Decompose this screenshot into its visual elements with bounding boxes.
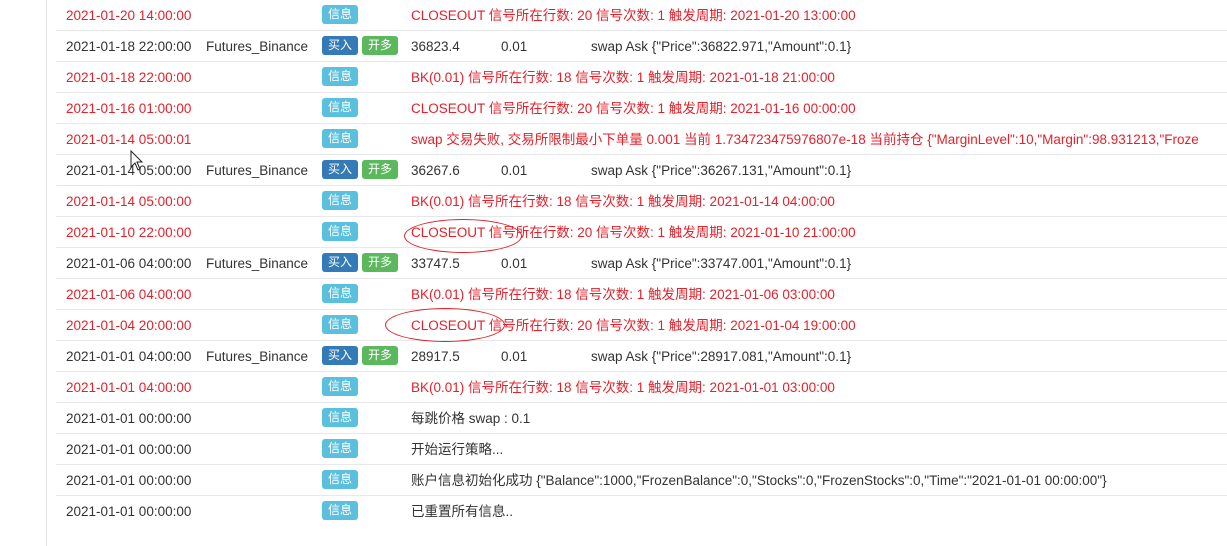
log-message: 账户信息初始化成功 {"Balance":1000,"FrozenBalance…	[411, 473, 1107, 488]
info-badge: 信息	[322, 439, 359, 458]
log-time: 2021-01-14 05:00:00	[66, 163, 192, 178]
log-time: 2021-01-18 22:00:00	[66, 39, 192, 54]
log-row: 2021-01-20 14:00:00 信息 CLOSEOUT 信号所在行数: …	[56, 0, 1227, 30]
log-time: 2021-01-18 22:00:00	[66, 70, 192, 85]
log-time: 2021-01-01 00:00:00	[66, 411, 192, 426]
log-message: 开始运行策略...	[411, 442, 504, 457]
log-time: 2021-01-14 05:00:00	[66, 194, 192, 209]
left-gutter	[0, 0, 47, 546]
open-long-badge: 开多	[362, 36, 399, 55]
log-row: 2021-01-06 04:00:00 Futures_Binance 买入 开多…	[56, 247, 1227, 278]
log-extra: swap Ask {"Price":36822.971,"Amount":0.1…	[591, 39, 852, 54]
log-time: 2021-01-04 20:00:00	[66, 318, 192, 333]
log-time: 2021-01-06 04:00:00	[66, 256, 192, 271]
log-table: 2021-01-20 14:00:00 信息 CLOSEOUT 信号所在行数: …	[56, 0, 1227, 526]
buy-badge: 买入	[322, 36, 359, 55]
log-row: 2021-01-01 00:00:00 信息 开始运行策略...	[56, 433, 1227, 464]
log-row: 2021-01-01 00:00:00 信息 已重置所有信息..	[56, 495, 1227, 526]
info-badge: 信息	[322, 470, 359, 489]
log-row: 2021-01-01 00:00:00 信息 每跳价格 swap : 0.1	[56, 402, 1227, 433]
info-badge: 信息	[322, 98, 359, 117]
log-time: 2021-01-01 04:00:00	[66, 380, 192, 395]
mouse-cursor-icon	[130, 150, 144, 171]
info-badge: 信息	[322, 408, 359, 427]
annotation-ellipse	[404, 219, 522, 253]
log-message: BK(0.01) 信号所在行数: 18 信号次数: 1 触发周期: 2021-0…	[411, 70, 835, 85]
log-message: BK(0.01) 信号所在行数: 18 信号次数: 1 触发周期: 2021-0…	[411, 287, 835, 302]
log-price: 33747.5	[411, 256, 460, 271]
info-badge: 信息	[322, 315, 359, 334]
log-price: 36823.4	[411, 39, 460, 54]
log-row: 2021-01-04 20:00:00 信息 CLOSEOUT 信号所在行数: …	[56, 309, 1227, 340]
open-long-badge: 开多	[362, 253, 399, 272]
log-message: swap 交易失败, 交易所限制最小下单量 0.001 当前 1.7347234…	[411, 132, 1199, 147]
log-time: 2021-01-10 22:00:00	[66, 225, 192, 240]
info-badge: 信息	[322, 501, 359, 520]
open-long-badge: 开多	[362, 346, 399, 365]
log-message: CLOSEOUT 信号所在行数: 20 信号次数: 1 触发周期: 2021-0…	[411, 101, 856, 116]
log-amount: 0.01	[501, 349, 528, 364]
log-exchange: Futures_Binance	[206, 349, 309, 364]
log-time: 2021-01-01 00:00:00	[66, 442, 192, 457]
log-row: 2021-01-01 04:00:00 Futures_Binance 买入 开多…	[56, 340, 1227, 371]
info-badge: 信息	[322, 129, 359, 148]
log-time: 2021-01-06 04:00:00	[66, 287, 192, 302]
log-amount: 0.01	[501, 39, 528, 54]
log-price: 28917.5	[411, 349, 460, 364]
log-message: BK(0.01) 信号所在行数: 18 信号次数: 1 触发周期: 2021-0…	[411, 194, 835, 209]
annotation-ellipse	[385, 308, 505, 342]
log-time: 2021-01-20 14:00:00	[66, 8, 192, 23]
log-row: 2021-01-14 05:00:00 Futures_Binance 买入 开多…	[56, 154, 1227, 185]
open-long-badge: 开多	[362, 160, 399, 179]
log-time: 2021-01-01 04:00:00	[66, 349, 192, 364]
info-badge: 信息	[322, 377, 359, 396]
log-exchange: Futures_Binance	[206, 256, 309, 271]
info-badge: 信息	[322, 222, 359, 241]
log-extra: swap Ask {"Price":36267.131,"Amount":0.1…	[591, 163, 852, 178]
info-badge: 信息	[322, 67, 359, 86]
log-row: 2021-01-01 00:00:00 信息 账户信息初始化成功 {"Balan…	[56, 464, 1227, 495]
log-extra: swap Ask {"Price":28917.081,"Amount":0.1…	[591, 349, 852, 364]
log-extra: swap Ask {"Price":33747.001,"Amount":0.1…	[591, 256, 852, 271]
log-row: 2021-01-10 22:00:00 信息 CLOSEOUT 信号所在行数: …	[56, 216, 1227, 247]
buy-badge: 买入	[322, 160, 359, 179]
info-badge: 信息	[322, 191, 359, 210]
buy-badge: 买入	[322, 346, 359, 365]
log-row: 2021-01-16 01:00:00 信息 CLOSEOUT 信号所在行数: …	[56, 92, 1227, 123]
log-time: 2021-01-14 05:00:01	[66, 132, 192, 147]
log-row: 2021-01-14 05:00:01 信息 swap 交易失败, 交易所限制最…	[56, 123, 1227, 154]
log-exchange: Futures_Binance	[206, 163, 309, 178]
info-badge: 信息	[322, 284, 359, 303]
buy-badge: 买入	[322, 253, 359, 272]
log-message: BK(0.01) 信号所在行数: 18 信号次数: 1 触发周期: 2021-0…	[411, 380, 835, 395]
log-time: 2021-01-16 01:00:00	[66, 101, 192, 116]
log-price: 36267.6	[411, 163, 460, 178]
log-message: 每跳价格 swap : 0.1	[411, 411, 531, 426]
log-row: 2021-01-06 04:00:00 信息 BK(0.01) 信号所在行数: …	[56, 278, 1227, 309]
log-amount: 0.01	[501, 256, 528, 271]
log-amount: 0.01	[501, 163, 528, 178]
log-row: 2021-01-01 04:00:00 信息 BK(0.01) 信号所在行数: …	[56, 371, 1227, 402]
log-message: 已重置所有信息..	[411, 504, 514, 519]
log-row: 2021-01-18 22:00:00 Futures_Binance 买入 开多…	[56, 30, 1227, 61]
log-row: 2021-01-14 05:00:00 信息 BK(0.01) 信号所在行数: …	[56, 185, 1227, 216]
info-badge: 信息	[322, 5, 359, 24]
log-row: 2021-01-18 22:00:00 信息 BK(0.01) 信号所在行数: …	[56, 61, 1227, 92]
log-message: CLOSEOUT 信号所在行数: 20 信号次数: 1 触发周期: 2021-0…	[411, 8, 856, 23]
log-time: 2021-01-01 00:00:00	[66, 473, 192, 488]
log-time: 2021-01-01 00:00:00	[66, 504, 192, 519]
log-exchange: Futures_Binance	[206, 39, 309, 54]
